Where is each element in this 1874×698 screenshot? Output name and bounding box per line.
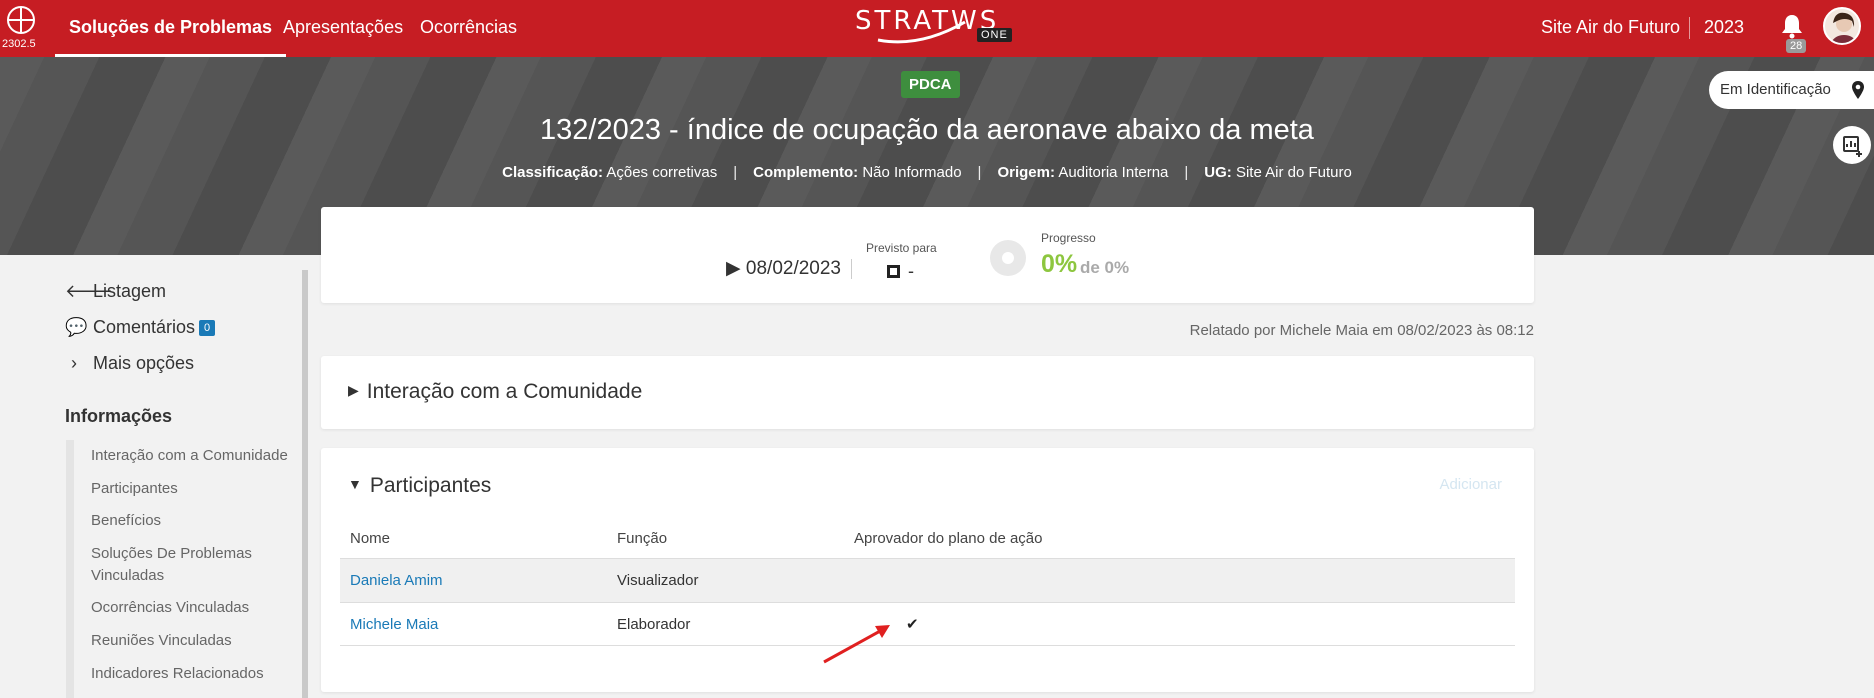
- interacao-card: ▶ Interação com a Comunidade: [321, 356, 1534, 429]
- sidebar-item-reunioes-vinculadas[interactable]: Reuniões Vinculadas: [91, 630, 301, 652]
- column-header-funcao[interactable]: Função: [617, 530, 667, 547]
- sidebar-link-listagem[interactable]: 🡐Listagem: [65, 281, 166, 302]
- participantes-card: ▼ Participantes Adicionar Nome Função Apr…: [321, 448, 1534, 692]
- avatar[interactable]: [1823, 7, 1861, 45]
- sidebar-item-participantes[interactable]: Participantes: [91, 478, 301, 500]
- status-label: Em Identificação: [1720, 81, 1831, 98]
- sidebar-item-interacao[interactable]: Interação com a Comunidade: [91, 445, 301, 467]
- expected-label: Previsto para: [866, 241, 937, 255]
- participant-role: Visualizador: [617, 572, 699, 589]
- meta-row: Classificação: Ações corretivas | Compleme…: [502, 164, 1352, 181]
- table-row: Michele Maia Elaborador ✔: [340, 602, 1515, 646]
- comments-count-badge: 0: [199, 320, 216, 336]
- start-date-value: 08/02/2023: [745, 258, 841, 279]
- participant-name[interactable]: Daniela Amim: [350, 572, 443, 589]
- nav-apresentacoes[interactable]: Apresentações: [283, 0, 403, 57]
- expected-value: -: [908, 261, 914, 281]
- divider: [1689, 17, 1690, 39]
- expected-date: -: [887, 261, 914, 282]
- caret-right-icon: ▶: [348, 382, 359, 398]
- current-site[interactable]: Site Air do Futuro: [1541, 17, 1680, 38]
- sidebar-item-indicadores[interactable]: Indicadores Relacionados: [91, 663, 301, 685]
- notification-count: 28: [1786, 39, 1807, 53]
- progress-ring-icon: [990, 240, 1026, 276]
- progress-label: Progresso: [1041, 231, 1096, 245]
- sidebar-sub-rail: [66, 440, 74, 698]
- ug-label: UG:: [1204, 164, 1232, 181]
- divider: [851, 259, 852, 279]
- app-logo-icon[interactable]: [5, 4, 37, 36]
- status-button[interactable]: Em Identificação: [1709, 71, 1874, 109]
- map-pin-icon: [1852, 81, 1864, 99]
- sidebar-link-label: Comentários: [93, 317, 196, 337]
- table-row: Daniela Amim Visualizador: [340, 558, 1515, 602]
- ug-value: Site Air do Futuro: [1235, 164, 1352, 181]
- user-avatar-icon: [1830, 12, 1858, 43]
- section-title-label: Interação com a Comunidade: [366, 380, 643, 403]
- classification-value: Ações corretivas: [606, 164, 718, 181]
- bell-icon[interactable]: [1780, 13, 1804, 39]
- arrow-left-icon: 🡐: [65, 281, 114, 301]
- origin-label: Origem:: [997, 164, 1055, 181]
- sidebar-link-comentarios[interactable]: 💬 Comentários 0: [65, 317, 216, 338]
- add-participant-button[interactable]: Adicionar: [1439, 476, 1502, 493]
- chart-add-icon: [1843, 136, 1862, 157]
- sidebar-link-label: Mais opções: [93, 353, 195, 373]
- sidebar-item-ocorrencias-vinculadas[interactable]: Ocorrências Vinculadas: [91, 597, 301, 619]
- complement-label: Complemento:: [753, 164, 859, 181]
- current-year[interactable]: 2023: [1704, 17, 1744, 38]
- section-title-label: Participantes: [369, 474, 492, 497]
- play-icon: ▶: [726, 258, 741, 279]
- nav-ocorrencias[interactable]: Ocorrências: [420, 0, 517, 57]
- brand-swoosh-icon: [877, 20, 966, 44]
- caret-down-icon: ▼: [348, 476, 362, 492]
- participant-role: Elaborador: [617, 616, 691, 633]
- page-title: 132/2023 - índice de ocupação da aeronav…: [540, 114, 1314, 146]
- sidebar-item-solucoes-vinculadas[interactable]: Soluções De Problemas Vinculadas: [91, 543, 301, 587]
- progress-target: de 0%: [1080, 258, 1130, 277]
- column-header-aprovador[interactable]: Aprovador do plano de ação: [854, 530, 1042, 547]
- annotation-arrow-icon: [823, 625, 890, 664]
- sidebar-scrollbar[interactable]: [302, 270, 308, 698]
- sidebar-item-beneficios[interactable]: Benefícios: [91, 510, 301, 532]
- info-section-title: Informações: [65, 406, 173, 426]
- add-report-button[interactable]: [1833, 126, 1871, 164]
- sidebar: 🡐Listagem 💬 Comentários 0 › Mais opções Inf…: [0, 270, 310, 698]
- start-date: ▶ 08/02/2023: [726, 257, 841, 280]
- column-header-nome[interactable]: Nome: [350, 530, 390, 547]
- reported-by: Relatado por Michele Maia em 08/02/2023 …: [1189, 322, 1534, 339]
- section-toggle-interacao[interactable]: ▶ Interação com a Comunidade: [348, 380, 642, 404]
- checkmark-icon: ✔: [906, 616, 919, 633]
- origin-value: Auditoria Interna: [1058, 164, 1169, 181]
- methodology-badge: PDCA: [901, 71, 960, 98]
- comments-icon: 💬: [65, 317, 88, 337]
- participant-name[interactable]: Michele Maia: [350, 616, 438, 633]
- stop-icon: [887, 265, 900, 278]
- sidebar-link-mais-opcoes[interactable]: › Mais opções: [65, 353, 194, 374]
- progress-value: 0%: [1041, 250, 1078, 278]
- complement-value: Não Informado: [862, 164, 962, 181]
- classification-label: Classificação:: [502, 164, 604, 181]
- app-version: 2302.5: [2, 38, 36, 50]
- brand-suffix: ONE: [977, 28, 1012, 42]
- nav-solucoes-de-problemas[interactable]: Soluções de Problemas: [55, 0, 287, 57]
- section-toggle-participantes[interactable]: ▼ Participantes: [348, 474, 491, 498]
- sidebar-link-label: Listagem: [93, 281, 167, 301]
- top-navbar: 2302.5 Soluções de Problemas Apresentaçõ…: [0, 0, 1874, 57]
- chevron-right-icon: ›: [71, 353, 77, 373]
- summary-card: ▶ 08/02/2023 Previsto para - Progresso 0…: [321, 207, 1534, 303]
